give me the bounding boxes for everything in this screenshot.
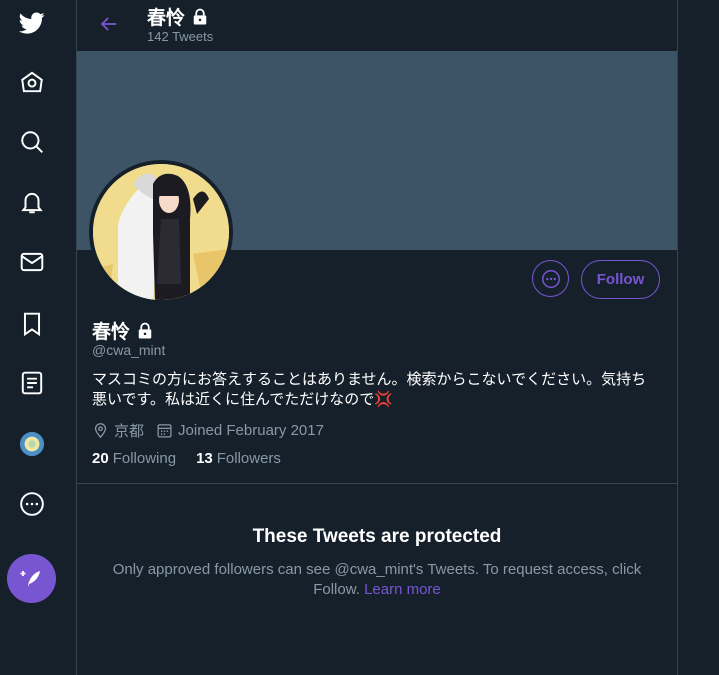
sidebar	[0, 0, 76, 675]
notifications-bell-icon[interactable]	[14, 184, 50, 220]
profile-avatar-icon[interactable]	[14, 426, 50, 462]
more-circle-icon[interactable]	[14, 486, 50, 522]
calendar-icon	[157, 424, 172, 438]
profile-name-text: 春怜	[92, 322, 131, 343]
follow-button[interactable]: Follow	[581, 260, 660, 299]
protected-message: Only approved followers can see @cwa_min…	[112, 560, 642, 600]
location-text: 京都	[114, 423, 145, 440]
lock-icon	[193, 8, 207, 24]
compose-tweet-icon	[20, 570, 40, 587]
profile-bio: マスコミの方にお答えすることはありません。検索からこないでください。気持ち悪いで…	[92, 371, 647, 408]
join-date: Joined February 2017	[156, 422, 324, 439]
twitter-logo-icon[interactable]	[14, 5, 50, 41]
header-title: 春怜	[147, 3, 210, 30]
following-link[interactable]: 20 Following	[92, 450, 176, 467]
compose-tweet-button[interactable]	[7, 554, 56, 603]
more-dots-icon	[541, 269, 560, 288]
profile-handle: @cwa_mint	[92, 342, 166, 358]
profile-column: 春怜 142 Tweets Follow 春怜 @cwa_mint マスコミの方…	[76, 0, 678, 675]
followers-count: 13	[196, 450, 213, 467]
profile-avatar[interactable]	[89, 160, 233, 304]
protected-title: These Tweets are protected	[252, 526, 502, 547]
learn-more-link[interactable]: Learn more	[364, 581, 441, 598]
follow-stats: 20 Following 13 Followers	[92, 450, 281, 467]
divider	[77, 483, 677, 484]
back-arrow-icon[interactable]	[95, 10, 123, 38]
following-count: 20	[92, 450, 109, 467]
more-options-button[interactable]	[532, 260, 569, 297]
search-icon[interactable]	[14, 124, 50, 160]
messages-envelope-icon[interactable]	[14, 244, 50, 280]
tweet-count: 142 Tweets	[147, 29, 214, 44]
followers-label: Followers	[216, 450, 281, 467]
followers-link[interactable]: 13 Followers	[196, 450, 281, 467]
home-icon[interactable]	[14, 64, 50, 100]
bookmark-icon[interactable]	[14, 306, 50, 342]
location: 京都	[92, 420, 144, 441]
profile-meta: 京都 Joined February 2017	[92, 420, 336, 441]
following-label: Following	[112, 450, 177, 467]
location-pin-icon	[94, 423, 107, 439]
join-date-text: Joined February 2017	[178, 422, 324, 439]
profile-name: 春怜	[92, 317, 155, 344]
lists-icon[interactable]	[14, 365, 50, 401]
protected-lock-icon	[138, 322, 152, 338]
profile-header: 春怜 142 Tweets	[77, 0, 677, 50]
header-name: 春怜	[147, 8, 186, 29]
